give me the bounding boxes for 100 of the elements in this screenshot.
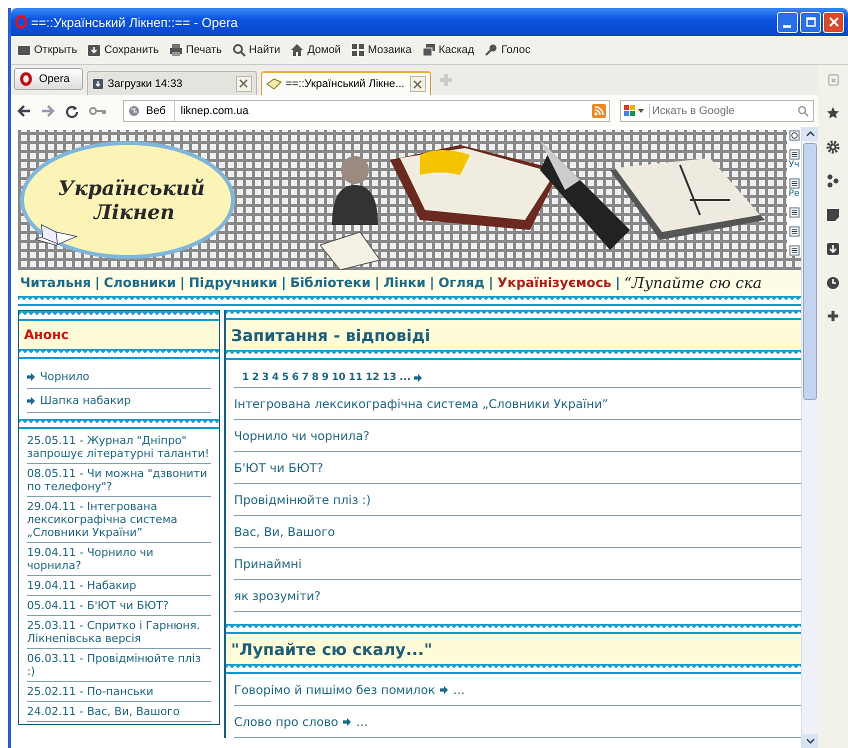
- share-icon[interactable]: [826, 174, 840, 188]
- page-icon: [266, 78, 282, 90]
- plus-icon[interactable]: [827, 310, 839, 322]
- page-link[interactable]: 2: [252, 372, 259, 383]
- back-icon[interactable]: [17, 104, 31, 118]
- page-link[interactable]: 3: [262, 372, 269, 383]
- nav-link[interactable]: Читальня: [20, 276, 91, 290]
- toolbar-button[interactable]: Сохранить: [87, 43, 159, 57]
- news-link[interactable]: 25.02.11 - По-панськи: [27, 682, 211, 702]
- close-button[interactable]: [823, 12, 844, 32]
- minimize-button[interactable]: [777, 12, 798, 32]
- tool-icon[interactable]: [788, 207, 800, 218]
- page-link[interactable]: 10: [332, 372, 346, 383]
- tool-icon[interactable]: [788, 226, 800, 237]
- nav-separator: |: [95, 276, 100, 290]
- address-field[interactable]: Веб liknep.com.ua: [123, 100, 610, 122]
- scrollbar[interactable]: [801, 127, 818, 748]
- page-link[interactable]: 11: [348, 372, 363, 383]
- settings-icon[interactable]: [826, 140, 840, 154]
- nav-link[interactable]: Огляд: [438, 276, 485, 290]
- more-link[interactable]: ...: [356, 714, 368, 728]
- question-link[interactable]: як зрозуміти?: [234, 580, 801, 612]
- announce-link[interactable]: Чорнило: [27, 365, 211, 389]
- printer-icon: [168, 43, 183, 57]
- page-link[interactable]: 12: [366, 372, 380, 383]
- tool-icon[interactable]: [788, 130, 800, 141]
- clock-icon[interactable]: [826, 276, 840, 290]
- note-icon[interactable]: [826, 208, 840, 222]
- news-link[interactable]: 19.04.11 - Набакир: [27, 576, 211, 596]
- announce-link[interactable]: Шапка набакир: [27, 389, 211, 413]
- page-link[interactable]: 7: [302, 372, 309, 383]
- folder-icon: [17, 43, 31, 57]
- forward-icon[interactable]: [41, 104, 55, 118]
- close-tab-button[interactable]: [236, 76, 252, 92]
- minimize-icon: [782, 24, 790, 28]
- news-link[interactable]: 25.05.11 - Журнал "Дніпро" запрошує літературні таланти!: [27, 431, 211, 464]
- page-link[interactable]: 13: [382, 372, 396, 383]
- close-tab-button[interactable]: [410, 76, 426, 92]
- page-link[interactable]: 5: [282, 372, 289, 383]
- news-link[interactable]: 25.03.11 - Спритко і Гарнюня. Лікнепівська версія: [27, 616, 211, 649]
- web-mode-label[interactable]: Веб: [124, 101, 175, 121]
- toolbar-button[interactable]: Голос: [484, 43, 530, 57]
- next-arrow-icon[interactable]: [414, 374, 422, 382]
- tool-icon[interactable]: [788, 178, 800, 189]
- opera-logo-icon: [19, 72, 33, 86]
- toolbar-button[interactable]: Открыть: [17, 43, 78, 57]
- toolbar-button[interactable]: Мозаика: [350, 43, 412, 57]
- page-link[interactable]: 1: [242, 372, 249, 383]
- browser-tab[interactable]: ==::Український Лікне...: [260, 71, 431, 95]
- star-icon[interactable]: [826, 106, 840, 120]
- toolbar-button[interactable]: Домой: [290, 43, 341, 57]
- nav-link[interactable]: Українізуємось: [497, 276, 612, 290]
- news-link[interactable]: 19.04.11 - Чорнило чи чорнила?: [27, 543, 211, 576]
- tool-icon[interactable]: [788, 149, 800, 160]
- tool-icon[interactable]: [788, 245, 800, 256]
- site-logo[interactable]: Український Лікнеп: [20, 141, 235, 259]
- news-link[interactable]: 05.04.11 - Б'ЮТ чи БЮТ?: [27, 596, 211, 616]
- opera-menu-button[interactable]: Opera: [14, 68, 83, 90]
- reload-icon[interactable]: [65, 104, 79, 118]
- article-link[interactable]: Говорімо й пишімо без помилок: [234, 682, 436, 696]
- question-link[interactable]: Вас, Ви, Вашого: [234, 516, 801, 548]
- page-link[interactable]: 8: [312, 372, 319, 383]
- question-link[interactable]: Інтегрована лексикографічна система „Словники України”: [234, 388, 801, 420]
- search-engine-icon[interactable]: [621, 104, 650, 118]
- key-icon[interactable]: [89, 106, 107, 116]
- news-link[interactable]: 29.04.11 - Інтегрована лексикографічна система „Словники України”: [27, 497, 211, 543]
- search-box[interactable]: Искать в Google: [620, 100, 814, 122]
- more-link[interactable]: ...: [453, 682, 465, 696]
- page-link[interactable]: 9: [322, 372, 329, 383]
- microphone-icon: [484, 43, 498, 57]
- caret-down-icon[interactable]: [806, 738, 814, 744]
- question-link[interactable]: Б'ЮТ чи БЮТ?: [234, 452, 801, 484]
- download-icon: [92, 78, 104, 90]
- caret-up-icon[interactable]: [806, 131, 814, 137]
- scroll-thumb[interactable]: [803, 143, 817, 400]
- page-link[interactable]: ...: [399, 372, 411, 383]
- arrow-icon: [440, 686, 448, 694]
- news-link[interactable]: 06.03.11 - Провідмінюйте пліз :): [27, 649, 211, 682]
- question-link[interactable]: Провідмінюйте пліз :): [234, 484, 801, 516]
- download-icon[interactable]: [826, 242, 840, 256]
- maximize-button[interactable]: [800, 12, 821, 32]
- arrow-icon: [343, 718, 352, 726]
- nav-link[interactable]: Підручники: [188, 276, 278, 290]
- nav-link[interactable]: Словники: [104, 276, 176, 290]
- page-link[interactable]: 4: [272, 372, 279, 383]
- browser-tab[interactable]: Загрузки 14:33: [86, 71, 257, 95]
- question-link[interactable]: Принаймні: [234, 548, 801, 580]
- windows-icon: [422, 43, 436, 57]
- toolbar-button[interactable]: Найти: [232, 43, 280, 57]
- news-link[interactable]: 08.05.11 - Чи можна "дзвонити по телефону"?: [27, 464, 211, 497]
- page-link[interactable]: 6: [292, 372, 299, 383]
- news-link[interactable]: 24.02.11 - Вас, Ви, Вашого: [27, 702, 211, 722]
- search-icon: [232, 43, 246, 57]
- search-icon[interactable]: [797, 105, 809, 117]
- question-link[interactable]: Чорнило чи чорнила?: [234, 420, 801, 452]
- toolbar-button[interactable]: Печать: [168, 43, 222, 57]
- nav-link[interactable]: Бібліотеки: [290, 276, 371, 290]
- article-link[interactable]: Слово про слово: [234, 714, 338, 728]
- toolbar-button[interactable]: Каскад: [422, 43, 474, 57]
- nav-link[interactable]: Лінки: [383, 276, 426, 290]
